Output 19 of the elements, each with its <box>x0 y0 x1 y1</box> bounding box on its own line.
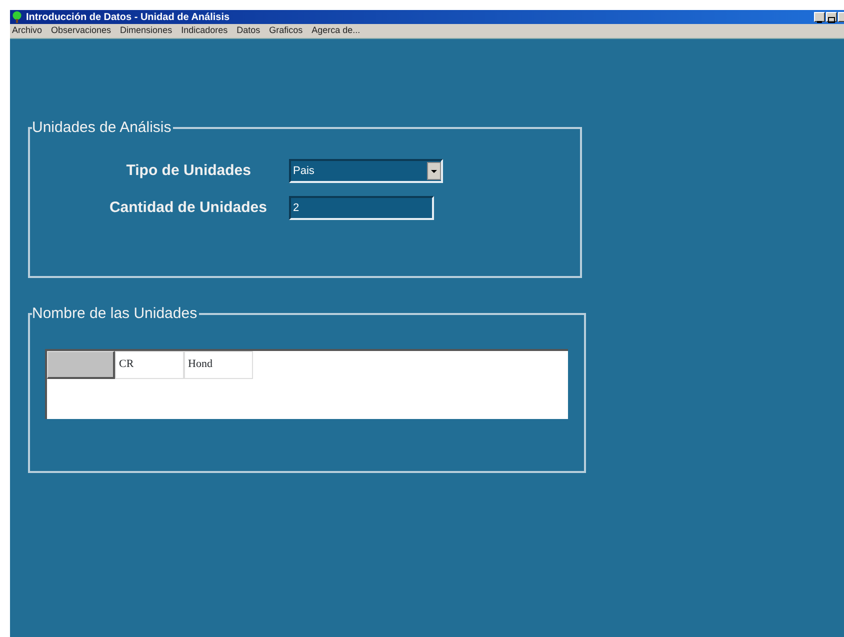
grid-cell[interactable]: CR <box>115 351 184 379</box>
menu-item[interactable]: Archivo <box>12 24 42 38</box>
row-header <box>47 351 115 379</box>
count-field[interactable]: 2 <box>289 196 434 220</box>
tree-icon <box>12 11 22 23</box>
field-label: Tipo de Unidades <box>125 160 251 181</box>
menu-item[interactable]: Datos <box>236 24 260 38</box>
menu-item[interactable]: Indicadores <box>181 24 228 38</box>
menu-item[interactable]: Agerca de... <box>312 24 360 38</box>
grid-cell[interactable]: Hond <box>184 351 253 379</box>
field-label: Cantidad de Unidades <box>108 198 267 218</box>
window-title: Introducción de Datos - Unidad de Análisis <box>26 10 230 24</box>
type-dropdown[interactable]: Pais <box>289 159 443 183</box>
menu-item[interactable]: Dimensiones <box>120 24 172 38</box>
menu-item[interactable]: Graficos <box>269 24 303 38</box>
minimize-button[interactable] <box>814 12 825 22</box>
menu-item[interactable]: Observaciones <box>51 24 112 38</box>
maximize-button[interactable] <box>826 12 837 22</box>
close-button[interactable] <box>838 12 844 22</box>
